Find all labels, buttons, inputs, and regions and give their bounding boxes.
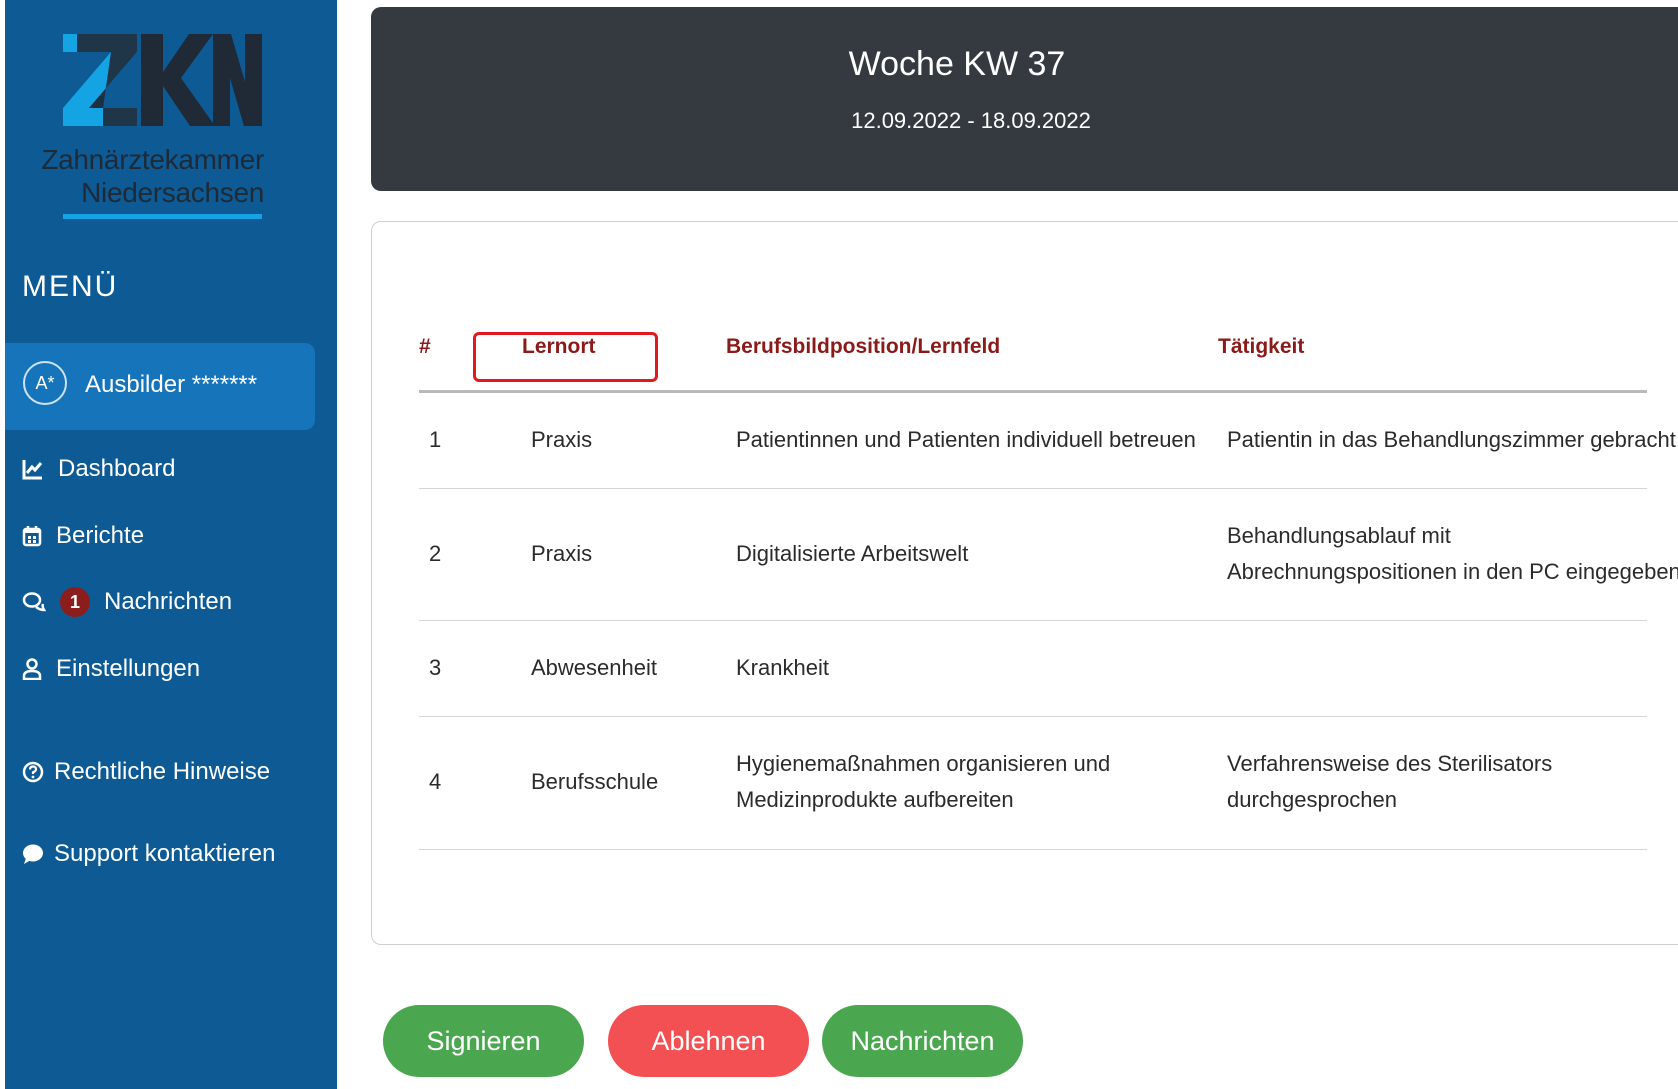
sidebar-item-berichte[interactable]: Berichte: [22, 519, 144, 553]
logo-text-line1: Zahnärztekammer: [41, 144, 264, 175]
header-divider: [419, 390, 1647, 393]
sidebar-item-rechtliche-hinweise[interactable]: Rechtliche Hinweise: [22, 755, 270, 789]
row-position-line1: Hygienemaßnahmen organisieren und: [736, 751, 1111, 776]
chat-icon: [22, 592, 46, 612]
row-taetigkeit: Patientin in das Behandlungszimmer gebra…: [1227, 427, 1676, 452]
sidebar-item-label: Einstellungen: [56, 655, 201, 682]
menu-title: MENÜ: [22, 270, 119, 303]
speech-bubble-icon: [23, 844, 43, 864]
row-divider: [419, 849, 1647, 850]
row-position-line2: Medizinprodukte aufbereiten: [736, 787, 1014, 812]
row-taetigkeit-line1: Verfahrensweise des Sterilisators: [1227, 751, 1553, 776]
row-number: 4: [429, 769, 442, 794]
sidebar-item-nachrichten[interactable]: 1 Nachrichten: [22, 585, 232, 619]
zkn-logo[interactable]: Zahnärztekammer Niedersachsen: [41, 34, 264, 224]
sidebar-item-label: Nachrichten: [104, 588, 233, 615]
unread-badge: 1: [60, 587, 90, 617]
sidebar-item-dashboard[interactable]: Dashboard: [22, 452, 175, 486]
row-position: Patientinnen und Patienten individuell b…: [736, 427, 1196, 452]
row-position: Digitalisierte Arbeitswelt: [736, 541, 969, 566]
row-number: 2: [429, 541, 442, 566]
chart-line-icon: [22, 460, 43, 480]
week-date-range: 12.09.2022 - 18.09.2022: [851, 108, 1091, 133]
sidebar-item-support[interactable]: Support kontaktieren: [22, 837, 275, 871]
sign-button[interactable]: Signieren: [383, 1005, 584, 1077]
sidebar-item-label: Rechtliche Hinweise: [54, 758, 271, 785]
avatar: A*: [23, 361, 67, 405]
row-divider: [419, 488, 1647, 489]
sidebar-item-label: Dashboard: [58, 455, 176, 482]
row-divider: [419, 620, 1647, 621]
row-lernort: Berufsschule: [531, 769, 659, 794]
reject-button[interactable]: Ablehnen: [608, 1005, 809, 1077]
week-header: Woche KW 37 12.09.2022 - 18.09.2022: [371, 7, 1678, 191]
column-header-number: #: [419, 335, 431, 358]
activity-table: # Lernort Berufsbildposition/Lernfeld Tä…: [371, 221, 1678, 945]
row-divider: [419, 716, 1647, 717]
row-lernort: Praxis: [531, 541, 593, 566]
row-lernort: Praxis: [531, 427, 593, 452]
sidebar-item-label: Berichte: [56, 522, 145, 549]
calendar-icon: [22, 526, 42, 547]
user-name: Ausbilder *******: [85, 371, 258, 398]
column-header-taetigkeit[interactable]: Tätigkeit: [1218, 335, 1304, 359]
sidebar-item-einstellungen[interactable]: Einstellungen: [22, 652, 200, 686]
lernort-highlight: [473, 332, 658, 382]
row-taetigkeit-line2: Abrechnungspositionen in den PC eingegeb…: [1227, 559, 1678, 584]
sidebar: Zahnärztekammer Niedersachsen MENÜ A* Au…: [5, 0, 337, 1089]
zkn-logo-mark: [63, 34, 262, 126]
sidebar-item-label: Support kontaktieren: [54, 840, 276, 867]
question-circle-icon: [22, 761, 44, 783]
messages-button[interactable]: Nachrichten: [822, 1005, 1023, 1077]
row-number: 3: [429, 655, 442, 680]
row-taetigkeit-line1: Behandlungsablauf mit: [1227, 523, 1451, 548]
row-position: Krankheit: [736, 655, 829, 680]
user-card[interactable]: A* Ausbilder *******: [5, 343, 315, 430]
column-header-berufsbildposition[interactable]: Berufsbildposition/Lernfeld: [726, 335, 1000, 359]
row-lernort: Abwesenheit: [531, 655, 657, 680]
logo-text-line2: Niedersachsen: [81, 177, 264, 208]
row-number: 1: [429, 427, 442, 452]
logo-underline: [63, 214, 262, 219]
week-title: Woche KW 37: [848, 45, 1066, 83]
row-taetigkeit-line2: durchgesprochen: [1227, 787, 1398, 812]
user-icon: [22, 658, 42, 680]
